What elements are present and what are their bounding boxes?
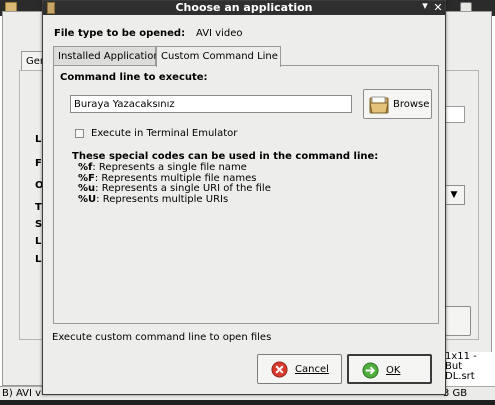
- terminal-checkbox[interactable]: [75, 129, 84, 138]
- footer-note: Execute custom command line to open file…: [52, 332, 272, 343]
- code-token: %f: [78, 162, 93, 173]
- close-icon[interactable]: ✕: [432, 2, 444, 14]
- choose-application-dialog: Choose an application ▾ ✕ File type to b…: [42, 0, 446, 395]
- code-token: %F: [78, 172, 95, 184]
- ok-arrow-icon: [362, 362, 379, 379]
- special-codes-list: %f: Represents a single file name %F: Re…: [78, 162, 271, 206]
- file-type-row: File type to be opened: AVI video: [54, 28, 242, 39]
- special-codes-title: These special codes can be used in the c…: [72, 151, 379, 162]
- property-label: L: [35, 254, 42, 265]
- taskbar-strip: [0, 400, 495, 405]
- file-list: 1x11 - But DL.srt: [438, 352, 495, 390]
- status-left-text: B) AVI v: [2, 388, 42, 399]
- code-description: : Represents multiple URIs: [96, 193, 229, 205]
- folder-open-icon: [369, 96, 389, 114]
- browse-label: Browse: [393, 99, 430, 110]
- property-label: L: [35, 236, 42, 247]
- code-token: %u: [78, 183, 96, 194]
- code-line: %U: Represents multiple URIs: [78, 193, 271, 206]
- file-type-value: AVI video: [196, 28, 243, 39]
- file-type-label: File type to be opened:: [54, 28, 186, 39]
- dialog-title: Choose an application: [175, 1, 313, 14]
- ok-button[interactable]: OK: [347, 354, 432, 384]
- chevron-down-icon: ▼: [450, 190, 458, 200]
- ok-label: OK: [386, 365, 401, 376]
- command-line-input[interactable]: [70, 95, 352, 113]
- custom-command-panel: Command line to execute: Browse Execute …: [53, 65, 439, 324]
- command-line-label: Command line to execute:: [60, 72, 208, 83]
- minimize-icon[interactable]: ▾: [419, 0, 431, 12]
- terminal-label: Execute in Terminal Emulator: [91, 128, 238, 139]
- code-description: : Represents a single file name: [92, 162, 247, 173]
- code-description: : Represents multiple file names: [94, 172, 257, 184]
- property-entry[interactable]: [443, 106, 465, 123]
- browse-button[interactable]: Browse: [363, 89, 432, 119]
- app-icon: [47, 2, 55, 14]
- tab-installed-application[interactable]: Installed Application: [53, 46, 160, 66]
- cancel-icon: [271, 361, 288, 378]
- cancel-button[interactable]: Cancel: [257, 354, 342, 384]
- properties-button[interactable]: [443, 306, 471, 336]
- open-with-combo[interactable]: ▼: [443, 185, 465, 205]
- list-item[interactable]: DL.srt: [445, 372, 495, 382]
- code-description: : Represents a single URI of the file: [95, 183, 271, 194]
- code-token: %U: [78, 193, 97, 205]
- tab-custom-command-line[interactable]: Custom Command Line: [156, 46, 281, 67]
- cancel-label: Cancel: [295, 364, 329, 375]
- property-label: T: [35, 202, 42, 213]
- dialog-titlebar[interactable]: Choose an application ▾ ✕: [43, 0, 445, 15]
